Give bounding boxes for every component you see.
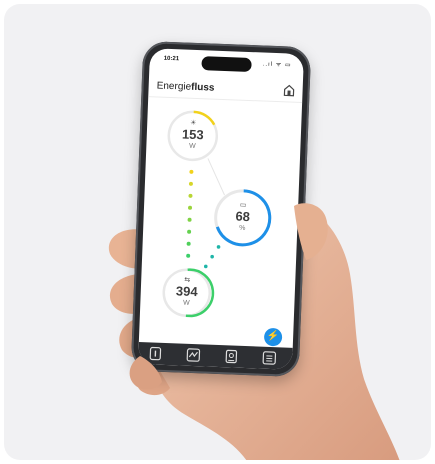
background-card: 10:21 ..ıl ᯤ ▭ Energiefluss ☀ 153 W ▭ 68… xyxy=(4,4,431,460)
hand-fingers-front xyxy=(129,203,328,390)
